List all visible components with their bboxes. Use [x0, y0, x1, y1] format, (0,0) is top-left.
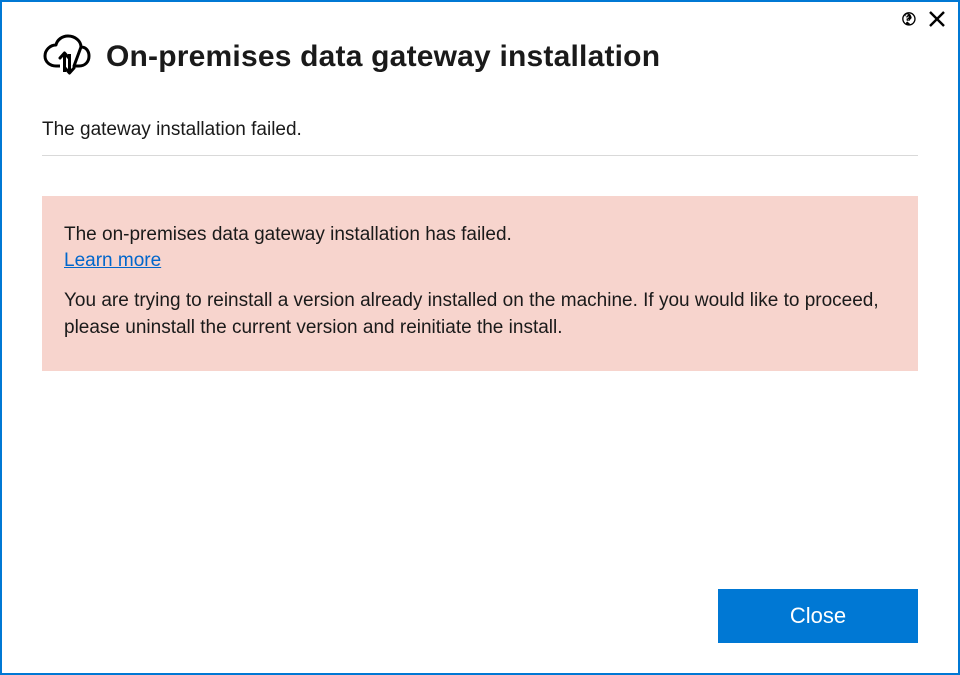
cloud-gateway-icon [42, 32, 92, 81]
learn-more-link[interactable]: Learn more [64, 250, 161, 272]
installer-window: ? On-premises data gateway installation [0, 0, 960, 675]
footer: Close [42, 569, 918, 643]
status-line: The gateway installation failed. [42, 119, 918, 156]
svg-text:?: ? [904, 10, 912, 28]
content-area: On-premises data gateway installation Th… [2, 2, 958, 673]
error-body: You are trying to reinstall a version al… [64, 288, 896, 341]
help-icon[interactable]: ? [900, 10, 918, 28]
error-heading: The on-premises data gateway installatio… [64, 224, 896, 246]
close-icon[interactable] [928, 10, 946, 28]
page-title: On-premises data gateway installation [106, 40, 660, 74]
close-button[interactable]: Close [718, 589, 918, 643]
header-row: On-premises data gateway installation [42, 32, 918, 81]
error-box: The on-premises data gateway installatio… [42, 196, 918, 371]
titlebar-controls: ? [900, 10, 946, 28]
